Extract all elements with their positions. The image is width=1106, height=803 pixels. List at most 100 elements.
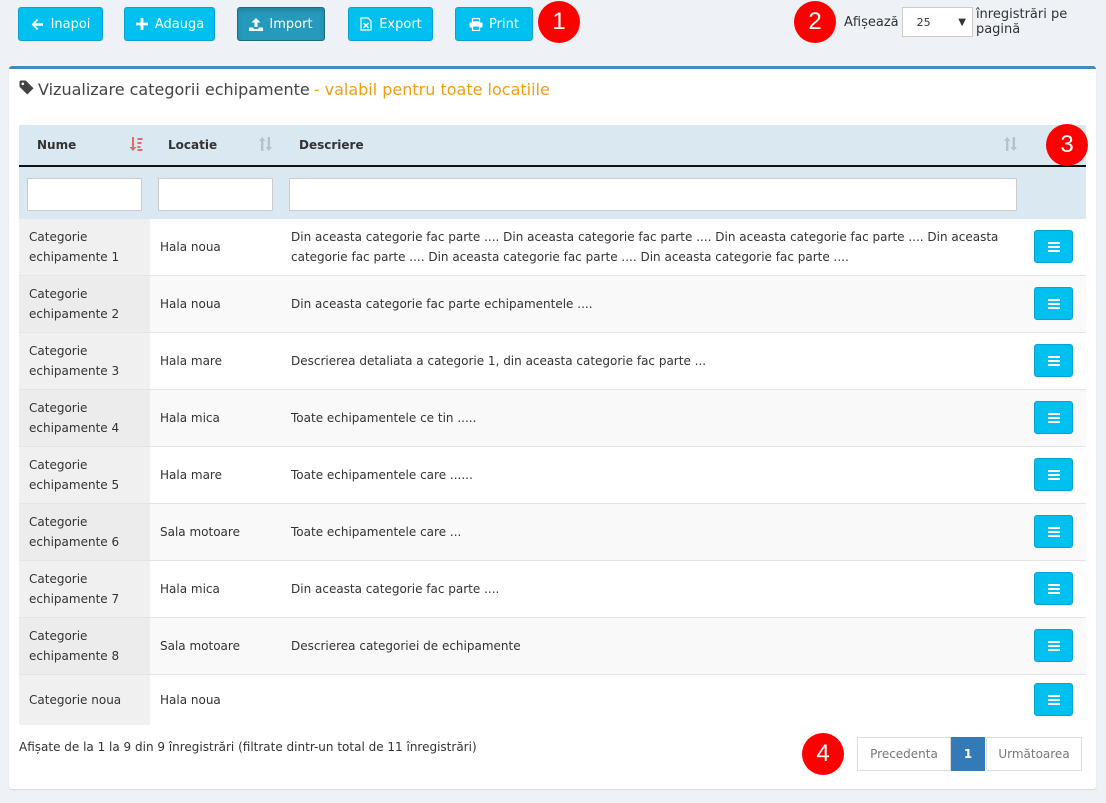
marker-2: 2 [794,1,836,43]
bars-icon [1047,241,1060,252]
cell-descriere: Descrierea detaliata a categorie 1, din … [291,354,707,368]
cell-descriere: Din aceasta categorie fac parte .... Din… [291,230,999,264]
plus-icon [135,17,149,31]
cell-locatie: Hala noua [160,240,221,254]
filter-nume-input[interactable] [27,178,142,211]
table-row: Categorie echipamente 3 Hala mare Descri… [19,333,1086,390]
cell-nume: Categorie echipamente 2 [19,276,150,332]
marker-3: 3 [1046,124,1088,166]
export-button-label: Export [379,16,422,32]
filter-descriere-input[interactable] [289,178,1017,211]
cell-locatie: Hala mare [160,354,222,368]
categories-table: Nume Locatie Descriere Categorie echipam… [19,125,1086,725]
table-row: Categorie echipamente 4 Hala mica Toate … [19,390,1086,447]
printer-icon [469,17,483,31]
bars-icon [1047,412,1060,423]
sort-icon[interactable] [259,137,272,154]
bars-icon [1047,469,1060,480]
main-panel: Vizualizare categorii echipamente - vala… [9,66,1096,789]
row-menu-button[interactable] [1034,572,1073,605]
bars-icon [1047,583,1060,594]
caret-down-icon: ▼ [958,16,966,28]
row-menu-button[interactable] [1034,344,1073,377]
import-button[interactable]: Import [237,7,325,41]
filter-locatie-input[interactable] [158,178,273,211]
arrow-left-icon [31,17,45,31]
row-menu-button[interactable] [1034,230,1073,263]
table-header: Nume Locatie Descriere [19,125,1086,167]
add-button-label: Adauga [154,16,205,32]
page-size-select[interactable]: 25 ▼ [901,7,973,37]
cell-nume: Categorie echipamente 8 [19,618,150,674]
cell-descriere: Toate echipamentele care ... [291,525,462,539]
sort-amount-down-icon[interactable] [129,137,143,154]
sort-icon[interactable] [1004,137,1017,154]
cell-descriere: Descrierea categoriei de echipamente [291,639,521,653]
table-row: Categorie echipamente 6 Sala motoare Toa… [19,504,1086,561]
column-header-nume[interactable]: Nume [37,125,76,165]
table-row: Categorie echipamente 5 Hala mare Toate … [19,447,1086,504]
table-info: Afișate de la 1 la 9 din 9 înregistrări … [19,740,477,754]
cell-nume: Categorie echipamente 5 [19,447,150,503]
table-row: Categorie echipamente 8 Sala motoare Des… [19,618,1086,675]
table-row: Categorie noua Hala noua [19,675,1086,725]
prev-page-button[interactable]: Precedenta [857,737,951,771]
cell-descriere: Toate echipamentele care ...... [291,468,473,482]
page-1-button[interactable]: 1 [951,737,985,771]
cell-locatie: Sala motoare [160,525,240,539]
export-button[interactable]: Export [348,7,433,41]
panel-subtitle: - valabil pentru toate locatiile [313,80,550,99]
add-button[interactable]: Adauga [124,7,215,41]
cell-locatie: Hala noua [160,693,221,707]
marker-4: 4 [802,733,844,775]
row-menu-button[interactable] [1034,401,1073,434]
import-button-label: Import [269,16,313,32]
excel-file-icon [359,17,373,31]
cell-nume: Categorie echipamente 1 [19,219,150,275]
bars-icon [1047,694,1060,705]
row-menu-button[interactable] [1034,629,1073,662]
print-button-label: Print [489,16,519,32]
cell-nume: Categorie echipamente 7 [19,561,150,617]
bars-icon [1047,640,1060,651]
back-button[interactable]: Inapoi [18,7,103,41]
cell-nume: Categorie echipamente 3 [19,333,150,389]
row-menu-button[interactable] [1034,458,1073,491]
print-button[interactable]: Print [455,7,533,41]
cell-descriere: Toate echipamentele ce tin ..... [291,411,477,425]
panel-title: Vizualizare categorii echipamente - vala… [19,80,550,99]
cell-nume: Categorie echipamente 4 [19,390,150,446]
table-row: Categorie echipamente 1 Hala noua Din ac… [19,219,1086,276]
cell-descriere: Din aceasta categorie fac parte echipame… [291,297,593,311]
panel-title-text: Vizualizare categorii echipamente [38,80,310,99]
back-button-label: Inapoi [50,16,91,32]
cell-nume: Categorie noua [19,675,150,725]
page-size-control: Afișează 25 ▼ înregistrări pe pagină [844,7,1106,37]
marker-1: 1 [538,1,580,43]
page-size-value: 25 [916,15,931,29]
bars-icon [1047,298,1060,309]
cell-locatie: Hala noua [160,297,221,311]
row-menu-button[interactable] [1034,287,1073,320]
cell-descriere: Din aceasta categorie fac parte .... [291,582,500,596]
page-size-prefix: Afișează [844,14,899,30]
cell-locatie: Hala mare [160,468,222,482]
row-menu-button[interactable] [1034,683,1073,716]
next-page-button[interactable]: Următoarea [986,737,1082,771]
cell-locatie: Hala mica [160,582,220,596]
bars-icon [1047,355,1060,366]
bars-icon [1047,526,1060,537]
upload-icon [249,17,264,31]
row-menu-button[interactable] [1034,515,1073,548]
cell-descriere [291,675,1016,725]
pagination: Precedenta 1 Următoarea [857,737,1082,771]
cell-locatie: Hala mica [160,411,220,425]
cell-nume: Categorie echipamente 6 [19,504,150,560]
filter-row [19,167,1086,219]
table-row: Categorie echipamente 2 Hala noua Din ac… [19,276,1086,333]
cell-locatie: Sala motoare [160,639,240,653]
page-size-suffix: înregistrări pe pagină [975,7,1068,37]
tag-icon [19,80,34,99]
column-header-descriere[interactable]: Descriere [299,125,364,165]
column-header-locatie[interactable]: Locatie [168,125,217,165]
